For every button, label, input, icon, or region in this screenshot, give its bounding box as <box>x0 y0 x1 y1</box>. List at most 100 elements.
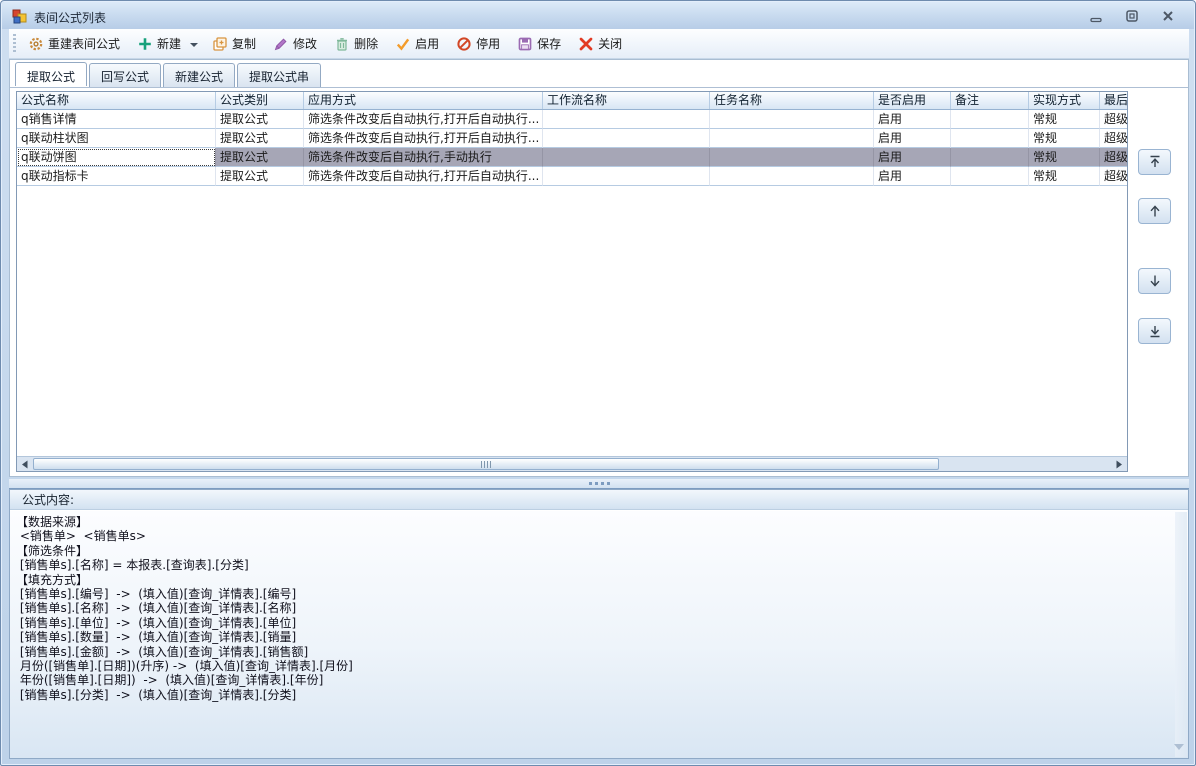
disable-button[interactable]: 停用 <box>450 32 506 55</box>
cell-workflow-name[interactable] <box>543 167 710 186</box>
scroll-down-arrow-icon[interactable] <box>1174 744 1184 750</box>
cell-apply-mode[interactable]: 筛选条件改变后自动执行,手动执行 <box>304 148 543 167</box>
formula-table: 公式名称 公式类别 应用方式 工作流名称 任务名称 是否启用 备注 实现方式 最… <box>16 91 1128 472</box>
move-up-button[interactable] <box>1138 198 1171 224</box>
column-header-apply-mode[interactable]: 应用方式 <box>304 92 543 109</box>
cell-enabled[interactable]: 启用 <box>874 167 951 186</box>
formula-content-text[interactable]: 【数据来源】 <销售单> <销售单s> 【筛选条件】 [销售单s].[名称] =… <box>10 511 1188 758</box>
table-row[interactable]: q联动指标卡 提取公式 筛选条件改变后自动执行,打开后自动执行... 启用 常规… <box>17 167 1127 186</box>
column-header-workflow-name[interactable]: 工作流名称 <box>543 92 710 109</box>
tab-writeback-formula[interactable]: 回写公式 <box>89 63 162 87</box>
close-dialog-button[interactable]: 关闭 <box>572 32 628 55</box>
formula-content-label: 公式内容: <box>10 490 1188 510</box>
cell-formula-name[interactable]: q联动饼图 <box>17 148 216 167</box>
delete-button[interactable]: 删除 <box>328 32 384 55</box>
cell-task-name[interactable] <box>710 167 874 186</box>
cell-workflow-name[interactable] <box>543 110 710 129</box>
enable-button[interactable]: 启用 <box>389 32 445 55</box>
column-header-formula-name[interactable]: 公式名称 <box>17 92 216 109</box>
table-row[interactable]: q销售详情 提取公式 筛选条件改变后自动执行,打开后自动执行... 启用 常规 … <box>17 110 1127 129</box>
cell-last-modified[interactable]: 超级 <box>1100 148 1127 167</box>
copy-button[interactable]: 复制 <box>206 32 262 55</box>
cell-formula-name[interactable]: q联动指标卡 <box>17 167 216 186</box>
cell-workflow-name[interactable] <box>543 148 710 167</box>
cell-impl-mode[interactable]: 常规 <box>1029 148 1100 167</box>
table-row[interactable]: q联动柱状图 提取公式 筛选条件改变后自动执行,打开后自动执行... 启用 常规… <box>17 129 1127 148</box>
cell-formula-name[interactable]: q联动柱状图 <box>17 129 216 148</box>
new-button[interactable]: 新建 <box>131 32 187 55</box>
close-button[interactable] <box>1156 6 1180 26</box>
maximize-icon <box>1126 10 1138 22</box>
gear-icon <box>29 37 43 50</box>
column-header-task-name[interactable]: 任务名称 <box>710 92 874 109</box>
cell-formula-type[interactable]: 提取公式 <box>216 148 304 167</box>
trash-icon <box>337 37 348 51</box>
toolbar-label: 新建 <box>157 37 182 51</box>
column-header-formula-type[interactable]: 公式类别 <box>216 92 304 109</box>
cell-last-modified[interactable]: 超级 <box>1100 167 1127 186</box>
cell-last-modified[interactable]: 超级 <box>1100 110 1127 129</box>
rebuild-formula-button[interactable]: 重建表间公式 <box>22 32 126 55</box>
cell-formula-type[interactable]: 提取公式 <box>216 110 304 129</box>
scrollbar-grip <box>481 461 491 468</box>
scroll-right-arrow-icon[interactable] <box>1112 458 1126 471</box>
cell-last-modified[interactable]: 超级 <box>1100 129 1127 148</box>
save-button[interactable]: 保存 <box>511 32 567 55</box>
toolbar-label: 保存 <box>537 37 562 51</box>
cell-enabled[interactable]: 启用 <box>874 148 951 167</box>
cell-formula-name[interactable]: q销售详情 <box>17 110 216 129</box>
arrow-to-top-icon <box>1150 155 1159 167</box>
cell-remark[interactable] <box>951 167 1029 186</box>
table-row-selected[interactable]: q联动饼图 提取公式 筛选条件改变后自动执行,手动执行 启用 常规 超级 <box>17 148 1127 167</box>
app-icon <box>12 9 27 24</box>
maximize-button[interactable] <box>1120 6 1144 26</box>
tab-new-formula[interactable]: 新建公式 <box>163 63 236 87</box>
scrollbar-thumb[interactable] <box>33 458 939 470</box>
cell-impl-mode[interactable]: 常规 <box>1029 167 1100 186</box>
column-header-last-modified[interactable]: 最后 <box>1100 92 1127 109</box>
toolbar-label: 删除 <box>354 37 379 51</box>
move-to-bottom-button[interactable] <box>1138 318 1171 344</box>
minimize-button[interactable] <box>1084 6 1108 26</box>
cell-apply-mode[interactable]: 筛选条件改变后自动执行,打开后自动执行... <box>304 167 543 186</box>
horizontal-scrollbar[interactable] <box>17 456 1127 471</box>
toolbar-label: 修改 <box>293 37 318 51</box>
minimize-icon <box>1090 17 1102 23</box>
toolbar-label: 重建表间公式 <box>48 37 121 51</box>
tab-extract-formula[interactable]: 提取公式 <box>15 62 88 86</box>
cell-remark[interactable] <box>951 148 1029 167</box>
formula-vertical-scrollbar[interactable] <box>1175 512 1187 757</box>
column-header-remark[interactable]: 备注 <box>951 92 1029 109</box>
new-dropdown-arrow-icon[interactable] <box>190 42 199 47</box>
cell-enabled[interactable]: 启用 <box>874 110 951 129</box>
cell-impl-mode[interactable]: 常规 <box>1029 110 1100 129</box>
plus-icon <box>139 37 151 50</box>
scroll-left-arrow-icon[interactable] <box>18 458 32 471</box>
column-header-impl-mode[interactable]: 实现方式 <box>1029 92 1100 109</box>
cell-remark[interactable] <box>951 129 1029 148</box>
cell-formula-type[interactable]: 提取公式 <box>216 129 304 148</box>
edit-button[interactable]: 修改 <box>267 32 323 55</box>
title-bar[interactable]: 表间公式列表 <box>2 2 1194 29</box>
panel-splitter[interactable] <box>9 479 1189 489</box>
cell-apply-mode[interactable]: 筛选条件改变后自动执行,打开后自动执行... <box>304 110 543 129</box>
move-down-button[interactable] <box>1138 268 1171 294</box>
toolbar-label: 关闭 <box>598 37 623 51</box>
move-to-top-button[interactable] <box>1138 149 1171 175</box>
tab-strip: 提取公式 回写公式 新建公式 提取公式串 <box>15 62 322 87</box>
cell-impl-mode[interactable]: 常规 <box>1029 129 1100 148</box>
cell-task-name[interactable] <box>710 110 874 129</box>
cell-enabled[interactable]: 启用 <box>874 129 951 148</box>
toolbar-grip[interactable] <box>13 33 16 54</box>
tab-underline <box>10 87 1188 88</box>
cell-formula-type[interactable]: 提取公式 <box>216 167 304 186</box>
cell-task-name[interactable] <box>710 148 874 167</box>
cell-task-name[interactable] <box>710 129 874 148</box>
column-header-enabled[interactable]: 是否启用 <box>874 92 951 109</box>
toolbar-label: 启用 <box>415 37 440 51</box>
cell-apply-mode[interactable]: 筛选条件改变后自动执行,打开后自动执行... <box>304 129 543 148</box>
cell-workflow-name[interactable] <box>543 129 710 148</box>
tab-extract-formula-chain[interactable]: 提取公式串 <box>237 63 322 87</box>
cell-remark[interactable] <box>951 110 1029 129</box>
copy-icon <box>213 36 227 51</box>
